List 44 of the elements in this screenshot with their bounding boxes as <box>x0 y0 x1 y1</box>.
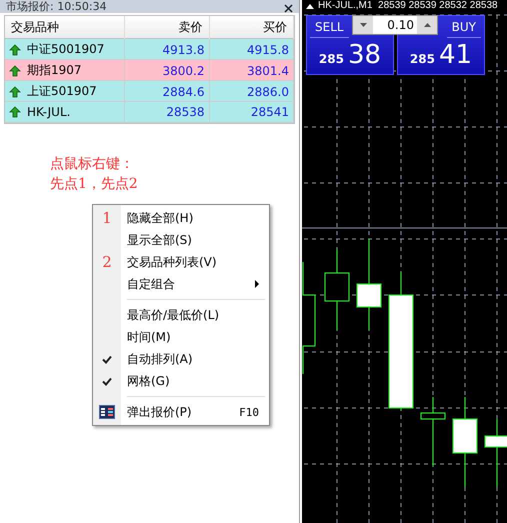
quote-row[interactable]: HK-JUL. 28538 28541 <box>5 102 294 123</box>
volume-field[interactable]: 0.10 <box>352 15 438 35</box>
up-arrow-icon <box>9 44 21 56</box>
up-arrow-icon <box>9 86 21 98</box>
decrease-button[interactable] <box>353 16 373 34</box>
symbol-label: 中证5001907 <box>27 41 104 58</box>
symbol-label: HK-JUL. <box>27 105 70 119</box>
menu-item[interactable]: 2 交易品种列表(V) <box>93 251 269 273</box>
annotation-text: 先点1，先点2 <box>50 175 139 194</box>
chart-header: HK-JUL.,M1 28539 28539 28532 28538 <box>318 0 498 11</box>
price-prefix: 285 <box>318 52 344 66</box>
symbol-label: 上证501907 <box>27 83 97 100</box>
triangle-icon <box>306 2 314 8</box>
bid-price: 28538 <box>125 102 210 122</box>
price-prefix: 285 <box>410 52 435 66</box>
quote-row[interactable]: 中证5001907 4913.8 4915.8 <box>5 39 294 60</box>
up-arrow-icon <box>9 64 21 76</box>
quote-row[interactable]: 上证501907 2884.6 2886.0 <box>5 81 294 102</box>
menu-item[interactable]: 网格(G) <box>93 370 269 392</box>
panel-title: 市场报价: 10:50:34 <box>6 1 107 12</box>
caret-down-icon <box>360 23 366 27</box>
increase-button[interactable] <box>417 16 437 34</box>
quote-window-icon <box>99 405 115 419</box>
buy-button[interactable]: BUY <box>446 16 481 38</box>
caret-up-icon <box>424 23 430 27</box>
step-number: 1 <box>102 209 112 227</box>
price-digits: 41 <box>438 40 472 70</box>
menu-item[interactable]: 时间(M) <box>93 326 269 348</box>
menu-item[interactable]: 自动排列(A) <box>93 348 269 370</box>
price-digits: 38 <box>348 40 382 70</box>
symbol-label: 期指1907 <box>27 62 82 79</box>
quote-row[interactable]: 期指1907 3800.2 3801.4 <box>5 60 294 81</box>
annotation-text: 点鼠标右键： <box>50 155 135 174</box>
menu-item[interactable]: 1 隐藏全部(H) <box>93 207 269 229</box>
close-icon[interactable] <box>284 4 293 13</box>
menu-item[interactable]: 最高价/最低价(L) <box>93 304 269 326</box>
up-arrow-icon <box>9 106 21 118</box>
sell-button[interactable]: SELL <box>310 16 349 38</box>
menu-item[interactable]: 弹出报价(P) F10 <box>93 401 269 423</box>
ask-price: 28541 <box>210 102 294 122</box>
menu-item[interactable]: 显示全部(S) <box>93 229 269 251</box>
step-number: 2 <box>102 253 112 271</box>
menu-item[interactable]: 自定组合 <box>93 273 269 295</box>
candlestick <box>420 396 446 466</box>
